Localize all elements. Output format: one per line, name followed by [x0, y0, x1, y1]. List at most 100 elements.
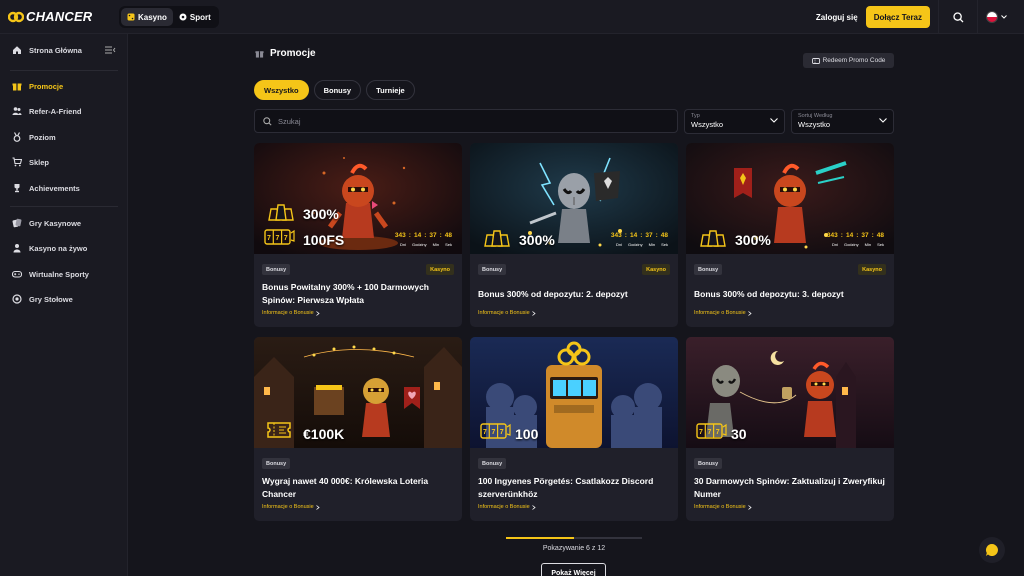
header-actions: Zaloguj się Dołącz Teraz	[816, 0, 1014, 34]
bonus-info-link[interactable]: Informacje o Bonusie	[262, 504, 320, 510]
sidebar-item-casino-games[interactable]: Gry Kasynowe	[12, 218, 81, 228]
home-icon	[12, 45, 22, 55]
sidebar-item-table-games[interactable]: Gry Stołowe	[12, 294, 73, 304]
login-link[interactable]: Zaloguj się	[816, 13, 858, 22]
ball-icon	[179, 13, 187, 21]
sidebar-item-achievements[interactable]: Achievements	[12, 183, 80, 193]
promo-badges: Bonusy	[694, 458, 886, 469]
promo-title: Bonus Powitalny 300% + 100 Darmowych Spi…	[262, 282, 429, 305]
bonus-info-link[interactable]: Informacje o Bonusie	[478, 504, 536, 510]
cards-icon	[12, 218, 22, 228]
mode-sport-button[interactable]: Sport	[173, 8, 217, 26]
search-bar	[254, 109, 678, 133]
countdown-hours: 14	[845, 232, 854, 239]
chevron-right-icon	[531, 310, 536, 316]
redeem-promo-code-button[interactable]: Redeem Promo Code	[803, 53, 894, 68]
svg-text:7: 7	[699, 429, 703, 436]
sidebar-item-shop[interactable]: Sklep	[12, 157, 49, 167]
sidebar-item-home[interactable]: Strona Główna	[12, 45, 82, 55]
bonus-info-link[interactable]: Informacje o Bonusie	[694, 504, 752, 510]
svg-text:7: 7	[275, 235, 279, 242]
sidebar-item-promotions[interactable]: Promocje	[12, 81, 63, 91]
promo-card[interactable]: 777 100 Bonusy 100 Ingyenes Pörgetés: Cs…	[470, 337, 678, 521]
sidebar-item-label: Wirtualne Sporty	[29, 269, 89, 279]
sidebar-item-label: Sklep	[29, 157, 50, 167]
trophy-icon	[12, 183, 22, 193]
promo-countdown: 343:14:37:48	[826, 232, 884, 239]
promo-card[interactable]: €100K Bonusy Wygraj nawet 40 000€: Króle…	[254, 337, 462, 521]
bonus-info-label: Informacje o Bonusie	[478, 504, 530, 510]
brand-logo[interactable]: CHANCER	[8, 9, 92, 24]
join-button[interactable]: Dołącz Teraz	[865, 6, 930, 28]
slot-reels-icon: 777	[480, 423, 511, 439]
sidebar-item-live-casino[interactable]: Kasyno na żywo	[12, 243, 87, 253]
countdown-label: Godziny	[411, 242, 427, 247]
sidebar-item-level[interactable]: Poziom	[12, 132, 56, 142]
promo-value-primary: 30	[731, 426, 747, 442]
countdown-labels: Dni Godziny Min Sek	[400, 242, 452, 247]
countdown-label: Sek	[877, 242, 884, 247]
promo-value-primary: €100K	[303, 426, 345, 442]
header-divider	[938, 0, 939, 34]
countdown-label: Dni	[399, 242, 406, 247]
sort-filter-label: Sortuj Według	[798, 113, 833, 119]
promo-card[interactable]: 777 30 Bonusy 30 Darmowych Spinów: Zaktu…	[686, 337, 894, 521]
chevron-right-icon	[531, 504, 536, 510]
svg-text:7: 7	[500, 429, 504, 436]
promo-title: Bonus 300% od depozytu: 3. depozyt	[694, 289, 844, 299]
money-bags-icon	[268, 204, 294, 221]
sort-filter-value: Wszystko	[798, 120, 831, 129]
mode-casino-button[interactable]: Kasyno	[121, 8, 173, 26]
promo-card[interactable]: 300% 343:14:37:48 Dni Godziny Min Sek Bonus…	[470, 143, 678, 327]
tab-tournaments[interactable]: Turnieje	[366, 80, 415, 100]
chevron-down-icon	[1001, 15, 1007, 19]
promo-tag: Bonusy	[478, 264, 507, 275]
sidebar-item-label: Achievements	[29, 183, 80, 193]
type-filter-label: Typ	[691, 113, 700, 119]
chevron-down-icon	[879, 118, 887, 123]
ticket-icon	[267, 422, 291, 438]
load-progress-bar	[506, 537, 642, 539]
collapse-sidebar-icon[interactable]	[104, 45, 116, 55]
ticket-icon	[811, 57, 820, 64]
dice-icon	[127, 13, 135, 21]
sidebar-item-refer-a-friend[interactable]: Refer-A-Friend	[12, 106, 82, 116]
type-filter-select[interactable]: Typ Wszystko	[684, 109, 785, 134]
language-selector[interactable]	[986, 11, 1014, 23]
svg-text:7: 7	[491, 429, 495, 436]
search-input[interactable]	[278, 116, 658, 126]
top-header: CHANCER Kasyno Sport Zaloguj się Dołącz …	[0, 0, 1024, 34]
tab-all[interactable]: Wszystko	[254, 80, 309, 100]
promo-card[interactable]: 300% 777 100FS 343:14:37:48 Dni Godziny Mi…	[254, 143, 462, 327]
sidebar-item-virtual-sports[interactable]: Wirtualne Sporty	[12, 269, 89, 279]
sort-filter-select[interactable]: Sortuj Według Wszystko	[791, 109, 894, 134]
svg-text:7: 7	[284, 235, 288, 242]
bonus-info-link[interactable]: Informacje o Bonusie	[262, 310, 320, 316]
countdown-label: Min	[648, 242, 656, 247]
sidebar-item-label: Refer-A-Friend	[29, 106, 82, 116]
countdown-label: Godziny	[627, 242, 643, 247]
bonus-info-label: Informacje o Bonusie	[478, 310, 530, 316]
countdown-labels: Dni Godziny Min Sek	[832, 242, 884, 247]
countdown-label: Dni	[615, 242, 622, 247]
countdown-seconds: 48	[660, 232, 668, 239]
tab-bonuses[interactable]: Bonusy	[313, 80, 362, 100]
promo-title: 100 Ingyenes Pörgetés: Csatlakozz Discor…	[478, 476, 654, 499]
search-icon[interactable]	[947, 6, 969, 28]
promo-card[interactable]: 300% 343:14:37:48 Dni Godziny Min Sek Bonus…	[686, 143, 894, 327]
chevron-right-icon	[315, 504, 320, 510]
promo-banner-image: 300% 343:14:37:48 Dni Godziny Min Sek	[470, 143, 678, 254]
brand-name: CHANCER	[26, 9, 93, 24]
bonus-info-link[interactable]: Informacje o Bonusie	[694, 310, 752, 316]
promo-value-primary: 300%	[303, 206, 339, 222]
load-more-button[interactable]: Pokaż Więcej	[541, 563, 606, 576]
medal-icon	[12, 132, 22, 142]
gamepad-icon	[12, 269, 22, 279]
live-chat-button[interactable]	[979, 537, 1005, 563]
promo-badges: Bonusy Kasyno	[478, 264, 670, 275]
svg-text:7: 7	[707, 429, 711, 436]
promo-countdown: 343:14:37:48	[610, 232, 668, 239]
money-bags-icon	[700, 230, 726, 247]
promo-value-primary: 300%	[519, 232, 555, 248]
bonus-info-link[interactable]: Informacje o Bonusie	[478, 310, 536, 316]
